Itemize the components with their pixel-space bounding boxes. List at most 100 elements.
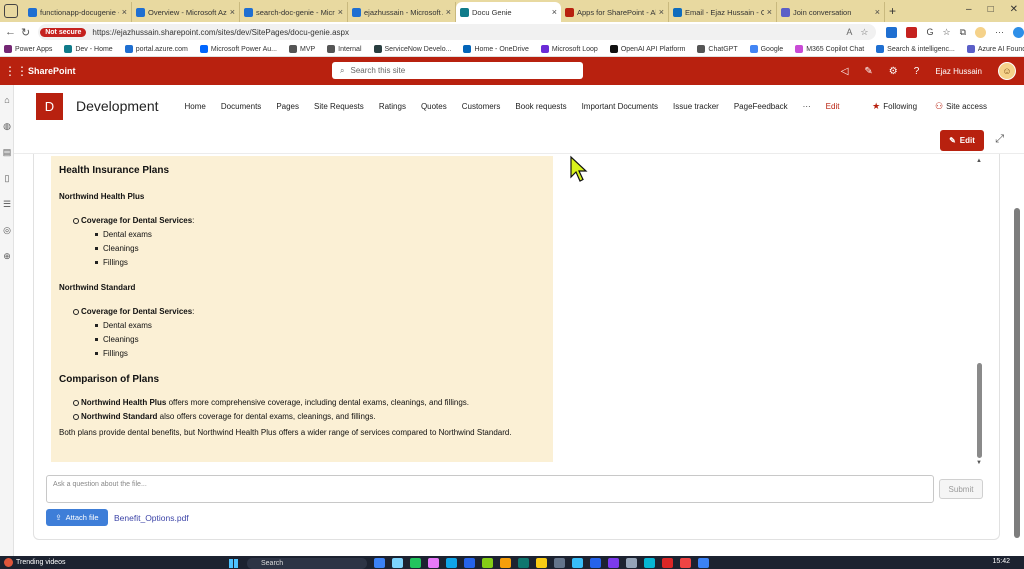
minimize-button[interactable]: – (966, 4, 972, 15)
site-logo[interactable]: D (36, 92, 63, 120)
page-scroll-thumb[interactable] (1014, 208, 1020, 538)
globe-icon[interactable]: ◍ (2, 121, 12, 131)
edit-page-button[interactable]: ✎ Edit (940, 130, 984, 151)
chat-scrollbar[interactable]: ▲ ▼ (975, 158, 983, 469)
scroll-thumb[interactable] (977, 363, 982, 458)
lists-icon[interactable]: ☰ (2, 199, 12, 209)
site-nav-item[interactable]: Important Documents (582, 102, 658, 111)
taskbar-app-icon[interactable] (410, 558, 421, 568)
browser-tab[interactable]: search-doc-genie - Micros × (240, 2, 348, 22)
app-launcher-icon[interactable]: ⋮⋮ (4, 64, 28, 78)
site-nav-item[interactable]: PageFeedback (734, 102, 788, 111)
taskbar-app-icon[interactable] (680, 558, 691, 568)
favorite-link[interactable]: ChatGPT (697, 45, 738, 53)
page-scrollbar[interactable] (1013, 154, 1021, 556)
site-nav-item[interactable]: Customers (462, 102, 501, 111)
profile-icon[interactable] (975, 26, 986, 38)
copilot-icon[interactable]: G (926, 27, 933, 37)
submit-button[interactable]: Submit (939, 479, 983, 499)
taskbar-app-icon[interactable] (536, 558, 547, 568)
home-icon[interactable]: ⌂ (2, 95, 12, 105)
favorite-star-icon[interactable]: ☆ (860, 27, 868, 38)
close-tab-icon[interactable]: × (659, 7, 664, 17)
sharepoint-brand[interactable]: SharePoint (28, 66, 76, 76)
avatar[interactable]: ☺ (998, 62, 1016, 80)
favorite-link[interactable]: M365 Copilot Chat (795, 45, 864, 53)
favorite-link[interactable]: Google (749, 45, 783, 53)
back-icon[interactable]: ← (5, 26, 16, 38)
taskbar-app-icon[interactable] (590, 558, 601, 568)
taskbar-app-icon[interactable] (626, 558, 637, 568)
expand-icon[interactable]: ⤢ (995, 133, 1004, 146)
extension-icon[interactable] (906, 26, 918, 38)
refresh-icon[interactable]: ↻ (21, 26, 30, 39)
browser-tab[interactable]: Join conversation × (777, 2, 885, 22)
scroll-up-icon[interactable]: ▲ (975, 158, 983, 164)
taskbar-app-icon[interactable] (698, 558, 709, 568)
taskbar-app-icon[interactable] (446, 558, 457, 568)
site-nav-item[interactable]: Issue tracker (673, 102, 719, 111)
browser-tab[interactable]: ejazhussain - Microsoft Az × (348, 2, 456, 22)
site-title[interactable]: Development (76, 98, 159, 114)
extension-icon[interactable] (886, 26, 898, 38)
taskbar-search[interactable]: Search (247, 558, 367, 569)
favorite-link[interactable]: Internal (327, 45, 362, 53)
site-nav-item[interactable]: Pages (276, 102, 299, 111)
browser-tab[interactable]: Apps for SharePoint - All A× (561, 2, 669, 22)
favorites-icon[interactable]: ☆ (942, 27, 950, 38)
pen-icon[interactable]: ✎ (864, 66, 872, 77)
url-text[interactable]: https://ejazhussain.sharepoint.com/sites… (92, 28, 349, 37)
close-tab-icon[interactable]: × (875, 7, 880, 17)
following-button[interactable]: ★ Following (872, 101, 917, 112)
close-tab-icon[interactable]: × (338, 7, 343, 17)
edge-copilot-icon[interactable] (1013, 26, 1024, 38)
close-tab-icon[interactable]: × (767, 7, 772, 17)
question-input[interactable]: Ask a question about the file... (46, 475, 934, 503)
taskbar-app-icon[interactable] (374, 558, 385, 568)
edit-nav-link[interactable]: Edit (826, 102, 840, 111)
files-icon[interactable]: ▯ (2, 173, 12, 183)
site-nav-item[interactable]: Quotes (421, 102, 447, 111)
taskbar-app-icon[interactable] (644, 558, 655, 568)
taskbar-app-icon[interactable] (392, 558, 403, 568)
scroll-down-icon[interactable]: ▼ (975, 460, 983, 466)
taskbar-app-icon[interactable] (428, 558, 439, 568)
help-icon[interactable]: ? (914, 66, 920, 77)
close-tab-icon[interactable]: × (230, 7, 235, 17)
favorite-link[interactable]: Microsoft Loop (540, 45, 598, 53)
taskbar-app-icon[interactable] (500, 558, 511, 568)
maximize-button[interactable]: □ (988, 4, 994, 15)
news-icon[interactable]: ▤ (2, 147, 12, 157)
taskbar-app-icon[interactable] (464, 558, 475, 568)
clock[interactable]: 15:42 (992, 558, 1010, 565)
site-nav-item[interactable]: Ratings (379, 102, 406, 111)
browser-tab[interactable]: Docu Genie × (456, 2, 561, 22)
site-nav-item[interactable]: Book requests (515, 102, 566, 111)
browser-tab[interactable]: functionapp-docugenie - Mi× (24, 2, 132, 22)
favorite-link[interactable]: Microsoft Power Au... (199, 45, 277, 53)
taskbar-app-icon[interactable] (482, 558, 493, 568)
favorite-link[interactable]: Search & intelligenc... (876, 45, 955, 53)
close-tab-icon[interactable]: × (552, 7, 557, 17)
read-aloud-icon[interactable]: A (846, 27, 852, 38)
favorite-link[interactable]: Home - OneDrive (463, 45, 529, 53)
taskbar-app-icon[interactable] (518, 558, 529, 568)
new-tab-button[interactable]: + (889, 4, 896, 18)
attach-file-button[interactable]: ⇪ Attach file (46, 509, 108, 526)
stream-icon[interactable]: ◎ (2, 225, 12, 235)
windows-start-icon[interactable] (229, 559, 238, 568)
site-nav-item[interactable]: Site Requests (314, 102, 364, 111)
not-secure-badge[interactable]: Not secure (40, 27, 87, 37)
more-icon[interactable]: ··· (995, 27, 1004, 37)
window-icon[interactable] (4, 4, 18, 18)
taskbar-app-icon[interactable] (662, 558, 673, 568)
megaphone-icon[interactable]: ◁ (841, 66, 849, 77)
site-nav-item[interactable]: ··· (803, 102, 811, 111)
create-icon[interactable]: ⊕ (2, 251, 12, 261)
browser-tab[interactable]: Email - Ejaz Hussain - Outl× (669, 2, 777, 22)
favorite-link[interactable]: Dev - Home (64, 45, 113, 53)
site-nav-item[interactable]: Home (185, 102, 206, 111)
site-search-input[interactable]: ⌕ Search this site (332, 62, 583, 79)
widgets-button[interactable]: Trending videos (4, 558, 66, 567)
collections-icon[interactable]: ⧉ (960, 27, 966, 38)
